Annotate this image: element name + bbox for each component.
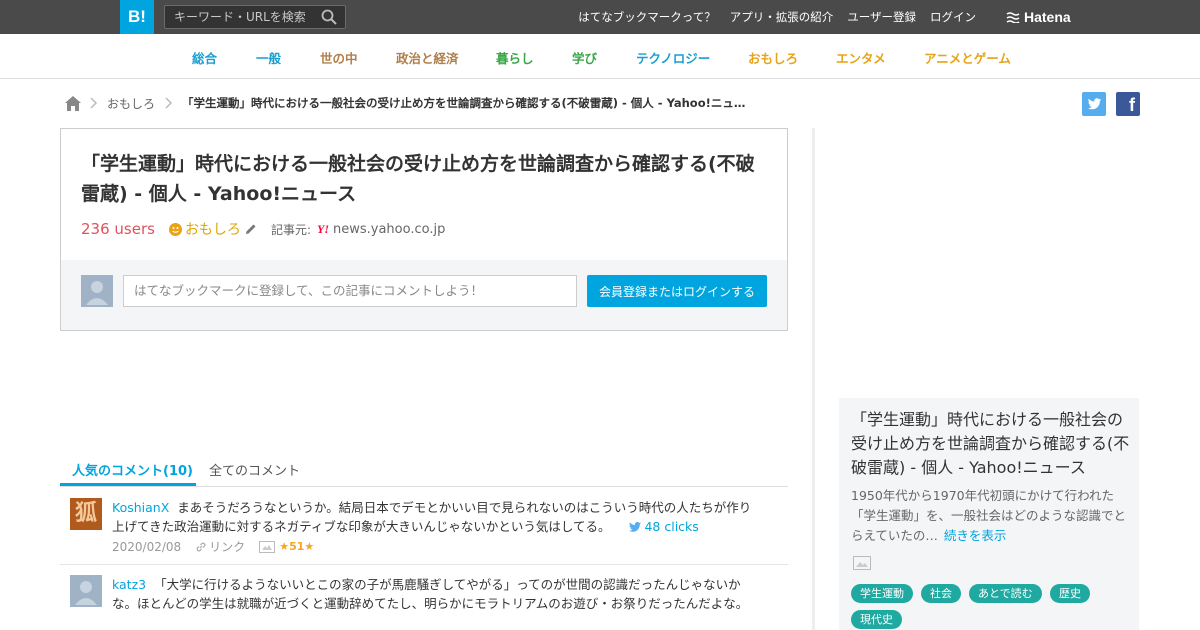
permalink-label: リンク — [209, 540, 246, 554]
hatena-wave-icon — [1006, 12, 1020, 23]
add-star-icon[interactable] — [259, 540, 276, 553]
facebook-share-button[interactable]: f — [1116, 92, 1140, 116]
source-label: 記事元: — [270, 222, 311, 237]
category-game[interactable]: アニメとゲーム — [924, 48, 1011, 67]
comment-date[interactable]: 2020/02/08 — [112, 540, 181, 554]
source-domain[interactable]: news.yahoo.co.jp — [333, 222, 445, 237]
yahoo-logo-icon: Y! — [316, 221, 329, 236]
chevron-right-icon — [165, 97, 173, 109]
comment-input[interactable]: はてなブックマークに登録して、この記事にコメントしよう！ — [123, 275, 577, 307]
clicks-count: 48 clicks — [644, 519, 699, 534]
category-politics[interactable]: 政治と経済 — [396, 48, 459, 67]
link-icon — [196, 542, 206, 551]
comment-text: 「大学に行けるようないいとこの家の子が馬鹿騒ぎしてやがる」ってのが世間の認識だっ… — [112, 577, 749, 611]
tab-all-comments[interactable]: 全てのコメント — [209, 460, 300, 479]
tag-item[interactable]: 現代史 — [851, 610, 902, 629]
add-star-icon[interactable]: ★ — [304, 540, 314, 553]
entry-meta: 236 users おもしろ 記事元: Y! news.yahoo.co.jp — [81, 219, 445, 239]
chevron-right-icon — [90, 97, 98, 109]
entry-box: 「学生運動」時代における一般社会の受け止め方を世論調査から確認する(不破雷蔵) … — [60, 128, 788, 331]
hatena-brand-text: Hatena — [1024, 9, 1071, 25]
column-divider — [812, 128, 815, 630]
permalink[interactable]: リンク — [195, 538, 245, 555]
star-count[interactable]: ★ 51 ★ — [279, 540, 314, 553]
signup-login-button[interactable]: 会員登録またはログインする — [587, 275, 767, 307]
comment-form: はてなブックマークに登録して、この記事にコメントしよう！ 会員登録またはログイン… — [61, 260, 787, 330]
category-general[interactable]: 総合 — [192, 48, 217, 67]
category-life[interactable]: 暮らし — [496, 48, 534, 67]
read-more-link[interactable]: 続きを表示 — [944, 528, 1007, 543]
summary-description: 1950年代から1970年代初頭にかけて行われた「学生運動」を、一般社会はどのよ… — [851, 486, 1131, 546]
summary-title[interactable]: 「学生運動」時代における一般社会の受け止め方を世論調査から確認する(不破雷蔵) … — [851, 408, 1131, 480]
tab-popular-comments[interactable]: 人気のコメント(10) — [72, 460, 193, 479]
facebook-icon: f — [1129, 95, 1135, 115]
comment-username[interactable]: katz3 — [112, 577, 146, 592]
nav-about[interactable]: はてなブックマークって？ — [578, 9, 715, 25]
breadcrumb-current: 「学生運動」時代における一般社会の受け止め方を世論調査から確認する(不破雷蔵) … — [182, 96, 746, 110]
star-count-value: 51 — [289, 540, 305, 553]
tag-item[interactable]: 社会 — [921, 584, 961, 603]
pencil-icon[interactable] — [245, 223, 257, 235]
hatena-bookmark-logo[interactable]: B! — [120, 0, 154, 34]
smile-icon — [168, 222, 182, 236]
tag-item[interactable]: 歴史 — [1050, 584, 1090, 603]
twitter-icon — [1088, 98, 1101, 110]
tag-item[interactable]: 学生運動 — [851, 584, 913, 603]
category-knowledge[interactable]: 学び — [572, 48, 597, 67]
category-it[interactable]: テクノロジー — [636, 48, 710, 67]
comment-tabs: 人気のコメント(10) 全てのコメント — [60, 450, 788, 487]
default-user-icon — [75, 581, 97, 605]
avatar[interactable] — [70, 575, 102, 607]
twitter-icon — [628, 522, 641, 532]
search-icon[interactable] — [321, 9, 337, 25]
breadcrumb: おもしろ 「学生運動」時代における一般社会の受け止め方を世論調査から確認する(不… — [64, 93, 745, 113]
twitter-clicks-link[interactable]: 48 clicks — [628, 519, 699, 534]
search-box[interactable] — [164, 5, 346, 29]
breadcrumb-category[interactable]: おもしろ — [107, 95, 155, 112]
avatar — [81, 275, 113, 307]
category-entertainment[interactable]: エンタメ — [836, 48, 886, 67]
star-icon: ★ — [279, 540, 290, 553]
category-ippan[interactable]: 一般 — [256, 48, 281, 67]
entry-summary-panel: 「学生運動」時代における一般社会の受け止め方を世論調査から確認する(不破雷蔵) … — [839, 398, 1139, 630]
entry-title[interactable]: 「学生運動」時代における一般社会の受け止め方を世論調査から確認する(不破雷蔵) … — [81, 149, 761, 209]
default-user-icon — [86, 281, 108, 305]
twitter-share-button[interactable] — [1082, 92, 1106, 116]
comment-footer: 2020/02/08 リンク ★ 51 ★ — [112, 538, 314, 555]
entry-category[interactable]: おもしろ — [185, 219, 241, 239]
nav-apps[interactable]: アプリ・拡張の紹介 — [730, 9, 834, 25]
comment-item: katz3 「大学に行けるようないいとこの家の子が馬鹿騒ぎしてやがる」ってのが世間… — [60, 575, 788, 630]
comment-body: katz3 「大学に行けるようないいとこの家の子が馬鹿騒ぎしてやがる」ってのが世間… — [112, 575, 762, 613]
hatena-brand-link[interactable]: Hatena — [1006, 9, 1071, 25]
comment-item: 狐 KoshianX まあそうだろうなというか。結局日本でデモとかいい目で見られな… — [60, 498, 788, 560]
nav-signup[interactable]: ユーザー登録 — [847, 9, 916, 25]
comment-username[interactable]: KoshianX — [112, 500, 169, 515]
global-header: B! はてなブックマークって？ アプリ・拡張の紹介 ユーザー登録 ログイン Ha… — [0, 0, 1200, 34]
avatar[interactable]: 狐 — [70, 498, 102, 530]
category-nav: 総合 一般 世の中 政治と経済 暮らし 学び テクノロジー おもしろ エンタメ … — [0, 34, 1200, 79]
active-tab-indicator — [60, 483, 196, 486]
tag-item[interactable]: あとで読む — [969, 584, 1042, 603]
global-nav: はてなブックマークって？ アプリ・拡張の紹介 ユーザー登録 ログイン — [578, 0, 990, 34]
category-fun[interactable]: おもしろ — [748, 48, 798, 67]
category-world[interactable]: 世の中 — [320, 48, 358, 67]
nav-login[interactable]: ログイン — [930, 9, 976, 25]
home-icon[interactable] — [64, 94, 82, 112]
bookmark-user-count[interactable]: 236 users — [81, 220, 155, 238]
comment-divider — [60, 564, 788, 565]
search-input[interactable] — [165, 6, 315, 28]
image-placeholder-icon — [853, 556, 871, 570]
comment-body: KoshianX まあそうだろうなというか。結局日本でデモとかいい目で見られないの… — [112, 498, 762, 536]
